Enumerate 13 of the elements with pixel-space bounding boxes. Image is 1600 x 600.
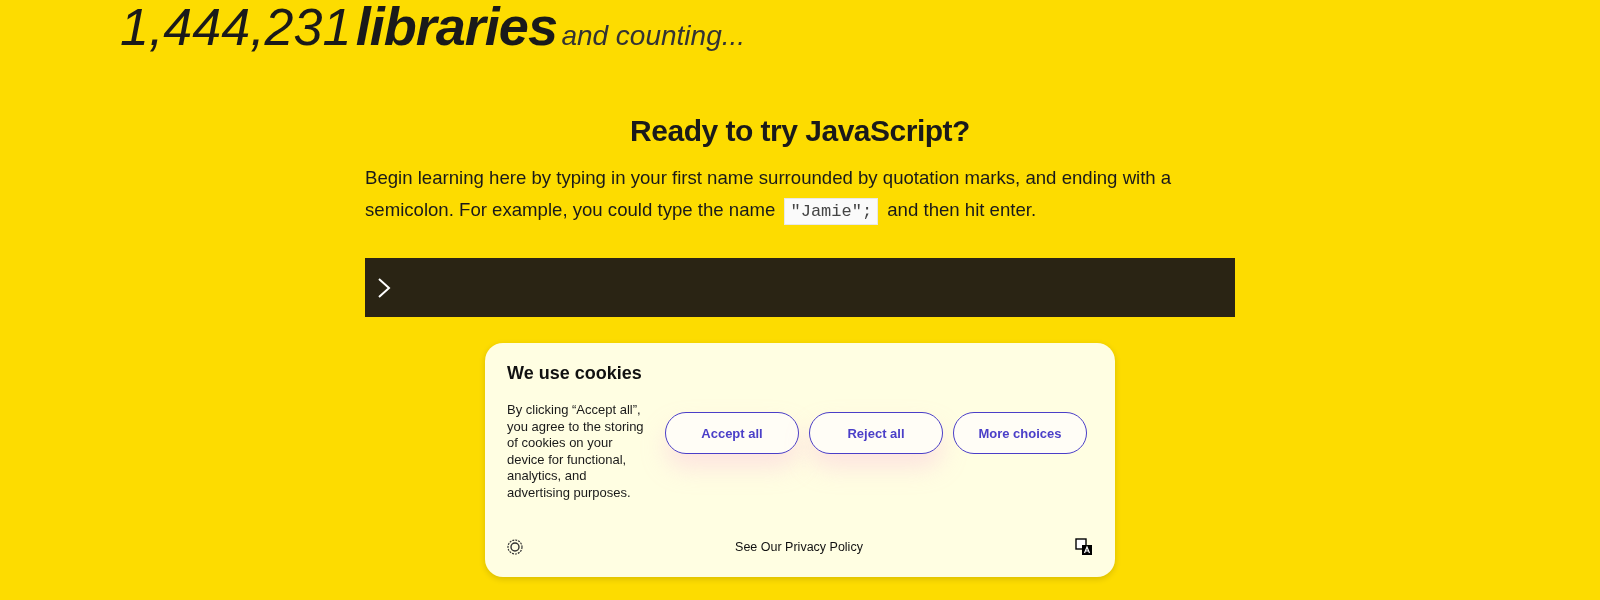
- consent-button[interactable]: Reject all: [809, 412, 943, 454]
- consent-button[interactable]: Accept all: [665, 412, 799, 454]
- settings-icon[interactable]: [507, 539, 523, 555]
- banner-title: We use cookies: [507, 363, 643, 384]
- section-title: Ready to try JavaScript?: [629, 114, 971, 148]
- intro-paragraph: Begin learning here by typing in your first name surrounded by quotation marks, and ending with a semicolon. For example, you could type the name "Jamie"; and then hit enter.: [365, 162, 1235, 228]
- hero-heading: 1,444,231libraries and counting...: [119, 0, 747, 52]
- banner-text: By clicking “Accept all”, you agree to the storing of cookies on your device for functional, analytics, and advertising purposes.: [507, 402, 645, 501]
- console-input[interactable]: [365, 258, 1235, 317]
- privacy-link[interactable]: See Our Privacy Policy: [735, 540, 863, 554]
- translate-icon[interactable]: [1075, 538, 1093, 556]
- prompt-icon: [377, 276, 391, 299]
- consent-button[interactable]: More choices: [953, 412, 1087, 454]
